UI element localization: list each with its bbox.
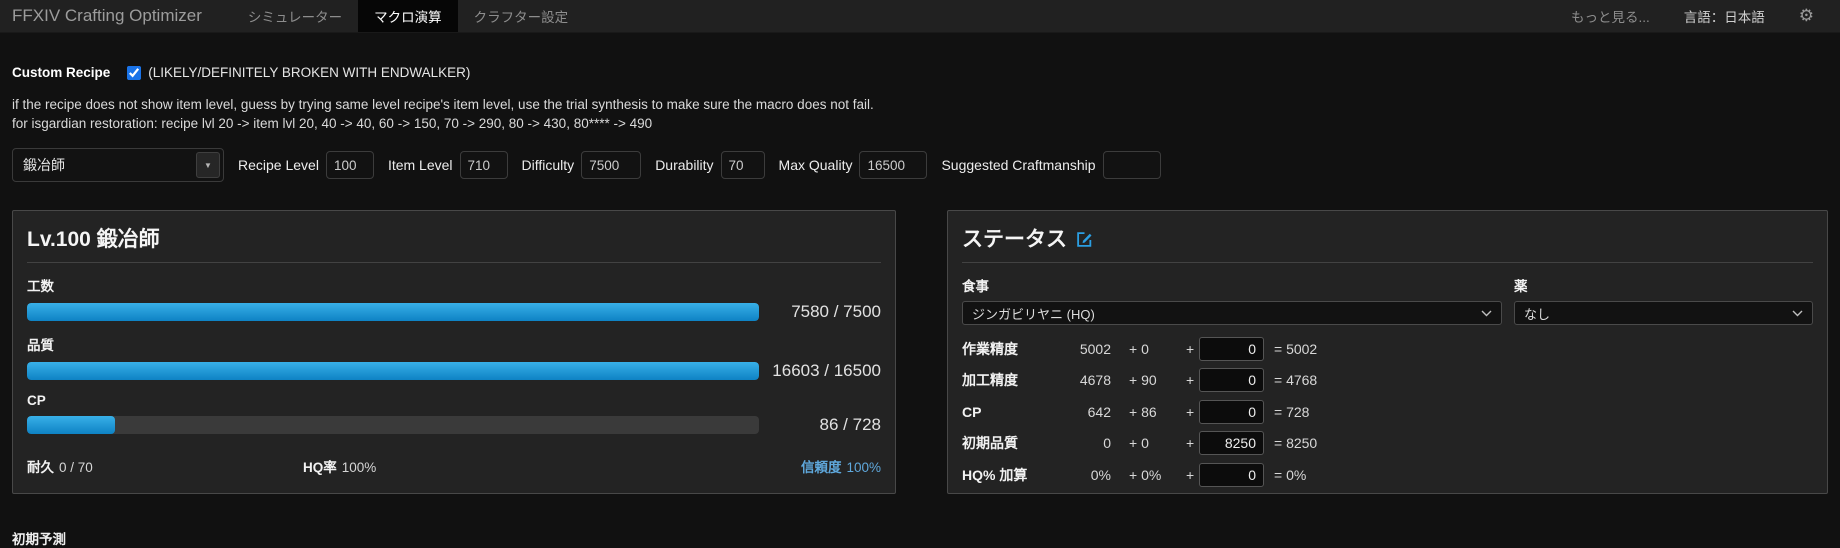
stat-row-cp: CP 642 + 86 + = 728 [962, 396, 1813, 428]
app-title: FFXIV Crafting Optimizer [12, 6, 202, 25]
food-select[interactable]: ジンガビリヤニ (HQ) [962, 301, 1502, 325]
reliability-readout: 信頼度 100% [800, 460, 881, 475]
custom-recipe-checkbox[interactable] [127, 65, 142, 80]
food-select-value: ジンガビリヤニ (HQ) [972, 306, 1095, 322]
difficulty-label: Difficulty [521, 157, 575, 173]
recipe-note-line1: if the recipe does not show item level, … [12, 97, 874, 112]
initial-quality-extra-input[interactable] [1199, 431, 1264, 456]
chevron-down-icon [1481, 310, 1492, 316]
stats-table: 作業精度 5002 + 0 + = 5002 加工精度 4678 + 90 + … [962, 333, 1813, 491]
recipe-level-input[interactable] [325, 151, 374, 179]
status-panel: ステータス 食事 ジンガビリヤニ (HQ) 薬 なし 作業精度 5002 + 0… [947, 210, 1828, 494]
cp-value: 86 / 728 [819, 415, 881, 434]
quality-bar [27, 362, 759, 380]
stat-row-hq-bonus: HQ% 加算 0% + 0% + = 0% [962, 459, 1813, 491]
cp-block: CP 86 / 728 [27, 393, 881, 435]
quality-value: 16603 / 16500 [772, 361, 881, 380]
craftsmanship-extra-input[interactable] [1199, 336, 1264, 361]
medicine-select-value: なし [1524, 306, 1551, 322]
cp-label: CP [27, 393, 46, 408]
simulation-panel-title: Lv.100 鍛冶師 [27, 223, 881, 263]
simulation-panel: Lv.100 鍛冶師 工数 7580 / 7500 品質 16603 / 165… [12, 210, 896, 494]
language-selector[interactable]: 言語：日本語 [1684, 6, 1765, 26]
stat-row-initial-quality: 初期品質 0 + 0 + = 8250 [962, 428, 1813, 460]
buffs-row: 食事 ジンガビリヤニ (HQ) 薬 なし [962, 275, 1813, 325]
job-select-caret-button[interactable]: ▼ [196, 152, 220, 178]
recipe-level-field: Recipe Level [238, 151, 374, 179]
quality-block: 品質 16603 / 16500 [27, 334, 881, 381]
medicine-select[interactable]: なし [1514, 301, 1813, 325]
more-link[interactable]: もっと見る... [1571, 6, 1650, 26]
custom-recipe-row: Custom Recipe (LIKELY/DEFINITELY BROKEN … [12, 65, 1828, 80]
durability-field: Durability [655, 151, 765, 179]
tab-simulator[interactable]: シミュレーター [232, 0, 358, 32]
hq-bonus-extra-input[interactable] [1199, 462, 1264, 487]
chevron-down-icon [1792, 310, 1803, 316]
progress-block: 工数 7580 / 7500 [27, 275, 881, 322]
tab-macro-calc[interactable]: マクロ演算 [358, 0, 458, 32]
max-quality-input[interactable] [859, 151, 928, 179]
medicine-label: 薬 [1514, 279, 1528, 294]
difficulty-input[interactable] [581, 151, 642, 179]
recipe-notes: if the recipe does not show item level, … [12, 96, 1828, 133]
item-level-label: Item Level [387, 157, 453, 173]
max-quality-field: Max Quality [779, 151, 928, 179]
navbar: FFXIV Crafting Optimizer シミュレーター マクロ演算 ク… [0, 0, 1840, 33]
suggested-craftmanship-input[interactable] [1102, 151, 1161, 179]
job-select-value: 鍛冶師 [23, 157, 65, 173]
recipe-level-label: Recipe Level [238, 157, 319, 173]
max-quality-label: Max Quality [778, 157, 853, 173]
cp-extra-input[interactable] [1199, 399, 1264, 424]
durability-input[interactable] [720, 151, 765, 179]
control-extra-input[interactable] [1199, 368, 1264, 393]
recipe-form: 鍛冶師 ▼ Recipe Level Item Level Difficulty… [12, 148, 1828, 182]
caret-down-icon: ▼ [204, 160, 212, 170]
suggested-craftmanship-field: Suggested Craftmanship [941, 151, 1161, 179]
status-panel-title: ステータス [962, 228, 1067, 251]
food-label: 食事 [962, 279, 989, 294]
quality-label: 品質 [27, 338, 54, 353]
progress-bar [27, 303, 759, 321]
stat-row-craftsmanship: 作業精度 5002 + 0 + = 5002 [962, 333, 1813, 365]
simulation-footer: 耐久 0 / 70 HQ率 100% 信頼度 100% [27, 456, 881, 476]
durability-label: Durability [655, 157, 714, 173]
initial-prediction-heading: 初期予測 [12, 532, 66, 547]
progress-value: 7580 / 7500 [791, 302, 881, 321]
cp-bar [27, 416, 759, 434]
difficulty-field: Difficulty [522, 151, 642, 179]
recipe-note-line2: for isgardian restoration: recipe lvl 20… [12, 115, 653, 131]
hq-rate-readout: HQ率 100% [303, 460, 377, 475]
item-level-input[interactable] [459, 151, 508, 179]
edit-icon[interactable] [1076, 231, 1093, 248]
item-level-field: Item Level [388, 151, 508, 179]
gear-icon[interactable]: ⚙ [1799, 6, 1814, 26]
custom-recipe-warning: (LIKELY/DEFINITELY BROKEN WITH ENDWALKER… [148, 65, 471, 80]
durability-readout: 耐久 0 / 70 [27, 460, 93, 475]
job-select[interactable]: 鍛冶師 ▼ [12, 148, 224, 182]
tab-crafter-settings[interactable]: クラフター設定 [458, 0, 585, 32]
suggested-craftmanship-label: Suggested Craftmanship [941, 157, 1096, 173]
progress-label: 工数 [27, 279, 54, 294]
custom-recipe-label: Custom Recipe [12, 65, 111, 80]
stat-row-control: 加工精度 4678 + 90 + = 4768 [962, 365, 1813, 397]
